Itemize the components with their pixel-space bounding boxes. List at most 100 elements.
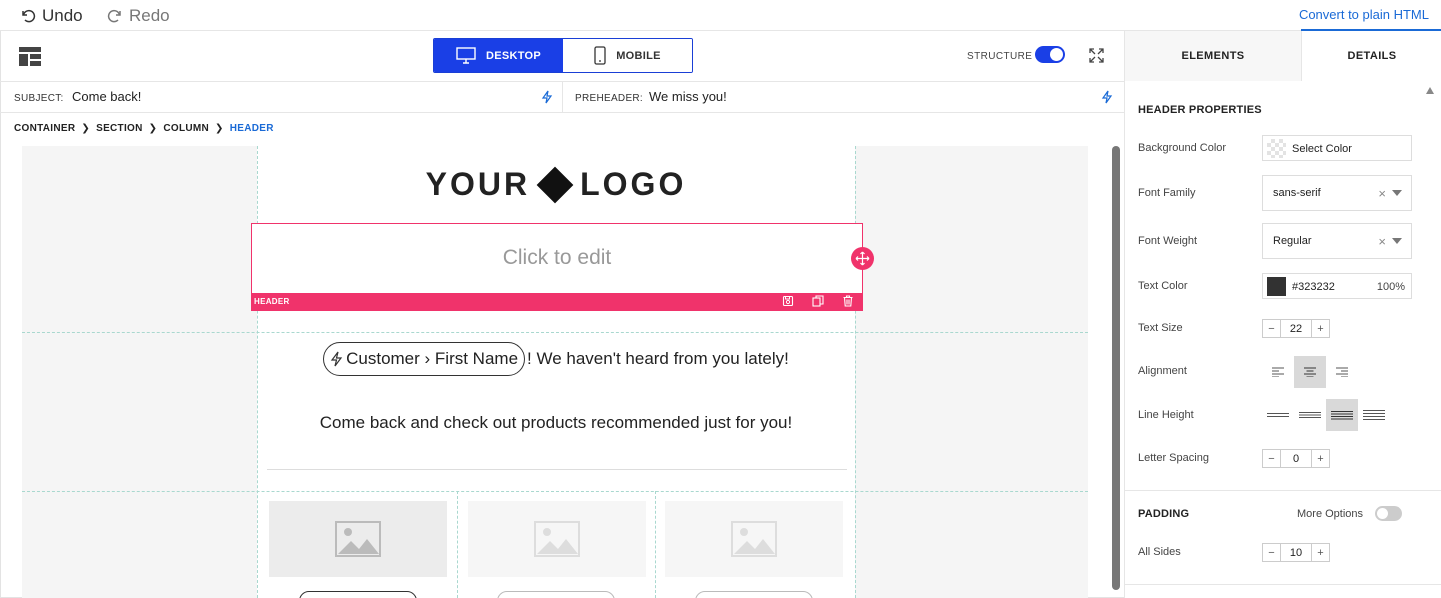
- chevron-down-icon[interactable]: [1392, 190, 1402, 196]
- redo-label: Redo: [129, 6, 170, 25]
- letter-spacing-value[interactable]: 0: [1281, 450, 1311, 467]
- undo-button[interactable]: Undo: [20, 6, 83, 26]
- line-height-option-4[interactable]: [1358, 399, 1390, 431]
- content-divider: [267, 469, 847, 470]
- all-sides-value[interactable]: 10: [1281, 544, 1311, 561]
- background-color-label: Background Color: [1138, 142, 1227, 154]
- convert-plain-html-link[interactable]: Convert to plain HTML: [1299, 7, 1429, 22]
- subject-value[interactable]: Come back!: [72, 89, 141, 104]
- panel-scroll-up-icon[interactable]: [1426, 87, 1434, 94]
- expand-icon[interactable]: [1089, 48, 1104, 63]
- panel-divider: [1125, 490, 1441, 491]
- clear-icon[interactable]: ×: [1378, 234, 1386, 249]
- subject-label: SUBJECT:: [14, 93, 64, 104]
- line-height-option-3[interactable]: [1326, 399, 1358, 431]
- lightning-icon[interactable]: [541, 90, 553, 104]
- lightning-icon: [330, 351, 343, 367]
- top-bar: Undo Redo Convert to plain HTML: [0, 0, 1441, 31]
- lightning-icon[interactable]: [1101, 90, 1113, 104]
- structure-toggle[interactable]: [1035, 46, 1065, 63]
- structure-label: STRUCTURE: [967, 51, 1033, 62]
- redo-icon: [107, 9, 121, 23]
- canvas-scrollbar[interactable]: [1112, 146, 1120, 590]
- background-color-value: Select Color: [1292, 143, 1352, 155]
- merge-tag-pill[interactable]: Customer › First Name: [323, 342, 526, 376]
- font-family-select[interactable]: sans-serif ×: [1262, 175, 1412, 211]
- header-block-selected[interactable]: Click to edit HEADER: [251, 223, 863, 311]
- product-image-1[interactable]: [269, 501, 447, 577]
- subject-field[interactable]: SUBJECT: Come back!: [0, 82, 563, 113]
- font-family-label: Font Family: [1138, 187, 1196, 199]
- desktop-button[interactable]: DESKTOP: [434, 39, 563, 72]
- structure-guide: [22, 332, 1088, 333]
- text-color-value[interactable]: #323232: [1292, 281, 1335, 293]
- text-size-stepper: − 22 +: [1262, 319, 1330, 338]
- body-text[interactable]: Come back and check out products recomme…: [257, 413, 855, 433]
- structure-guide: [257, 146, 258, 598]
- line-height-option-2[interactable]: [1294, 399, 1326, 431]
- increment-button[interactable]: +: [1311, 544, 1329, 561]
- breadcrumb-separator: ❯: [148, 123, 158, 134]
- header-properties-title: HEADER PROPERTIES: [1138, 104, 1262, 116]
- breadcrumb-header[interactable]: HEADER: [230, 123, 274, 134]
- letter-spacing-stepper: − 0 +: [1262, 449, 1330, 468]
- align-right-button[interactable]: [1326, 356, 1358, 388]
- decrement-button[interactable]: −: [1263, 450, 1281, 467]
- more-options-toggle[interactable]: [1375, 506, 1402, 521]
- all-sides-stepper: − 10 +: [1262, 543, 1330, 562]
- increment-button[interactable]: +: [1311, 450, 1329, 467]
- greeting-line[interactable]: Customer › First Name ! We haven't heard…: [257, 342, 855, 376]
- decrement-button[interactable]: −: [1263, 320, 1281, 337]
- mobile-label: MOBILE: [616, 49, 661, 62]
- product-button-1[interactable]: [299, 591, 417, 598]
- clear-icon[interactable]: ×: [1378, 186, 1386, 201]
- logo[interactable]: YOUR LOGO: [257, 166, 855, 203]
- preheader-value[interactable]: We miss you!: [649, 89, 727, 104]
- mobile-button[interactable]: MOBILE: [563, 39, 692, 72]
- color-swatch[interactable]: [1267, 277, 1286, 296]
- increment-button[interactable]: +: [1311, 320, 1329, 337]
- tab-details[interactable]: DETAILS: [1302, 31, 1441, 81]
- save-icon[interactable]: [782, 295, 794, 307]
- layout-icon[interactable]: [19, 47, 41, 66]
- product-button-2[interactable]: [497, 591, 615, 598]
- redo-button[interactable]: Redo: [107, 6, 170, 26]
- preheader-field[interactable]: PREHEADER: We miss you!: [563, 82, 1124, 113]
- chevron-down-icon[interactable]: [1392, 238, 1402, 244]
- image-placeholder-icon: [534, 521, 580, 557]
- align-left-button[interactable]: [1262, 356, 1294, 388]
- decrement-button[interactable]: −: [1263, 544, 1281, 561]
- align-left-icon: [1272, 367, 1284, 377]
- align-center-button[interactable]: [1294, 356, 1326, 388]
- breadcrumb-section[interactable]: SECTION: [96, 123, 143, 134]
- text-size-value[interactable]: 22: [1281, 320, 1311, 337]
- line-height-option-1[interactable]: [1262, 399, 1294, 431]
- move-handle-icon[interactable]: [851, 247, 874, 270]
- delete-icon[interactable]: [842, 295, 854, 307]
- image-placeholder-icon: [335, 521, 381, 557]
- all-sides-label: All Sides: [1138, 546, 1181, 558]
- product-image-3[interactable]: [665, 501, 843, 577]
- text-color-opacity[interactable]: 100%: [1377, 281, 1405, 293]
- duplicate-icon[interactable]: [812, 295, 824, 307]
- background-color-picker[interactable]: Select Color: [1262, 135, 1412, 161]
- properties-panel: ELEMENTS DETAILS HEADER PROPERTIES Backg…: [1124, 31, 1441, 598]
- mobile-icon: [594, 46, 606, 65]
- transparent-swatch-icon: [1267, 139, 1286, 158]
- desktop-icon: [456, 47, 476, 64]
- text-size-label: Text Size: [1138, 322, 1183, 334]
- breadcrumb-container[interactable]: CONTAINER: [14, 123, 75, 134]
- panel-tabs: ELEMENTS DETAILS: [1125, 31, 1441, 81]
- breadcrumb-column[interactable]: COLUMN: [163, 123, 209, 134]
- more-options-label: More Options: [1297, 508, 1364, 520]
- editor-toolbar: DESKTOP MOBILE STRUCTURE: [0, 31, 1124, 82]
- tab-elements[interactable]: ELEMENTS: [1125, 31, 1302, 81]
- preheader-label: PREHEADER:: [575, 93, 644, 104]
- product-button-3[interactable]: [695, 591, 813, 598]
- line-height-label: Line Height: [1138, 409, 1194, 421]
- font-weight-select[interactable]: Regular ×: [1262, 223, 1412, 259]
- product-image-2[interactable]: [468, 501, 646, 577]
- header-placeholder-text[interactable]: Click to edit: [252, 246, 862, 270]
- text-color-picker[interactable]: #323232 100%: [1262, 273, 1412, 299]
- merge-tag-label: Customer › First Name: [346, 349, 519, 368]
